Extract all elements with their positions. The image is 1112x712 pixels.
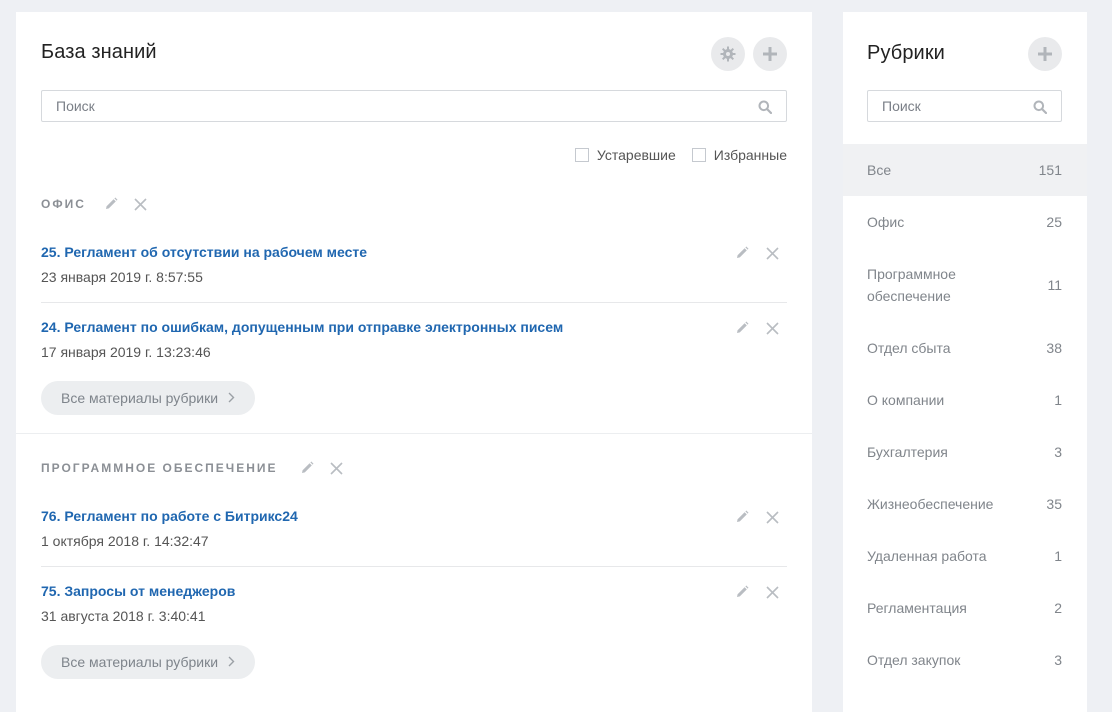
category-label: Отдел закупок xyxy=(867,652,961,668)
knowledge-base-panel: База знаний Поиск Устаревшие Избранные О… xyxy=(16,12,812,712)
outdated-checkbox[interactable] xyxy=(574,148,589,162)
category-item-remote-work[interactable]: Удаленная работа 1 xyxy=(843,530,1087,582)
filter-outdated[interactable]: Устаревшие xyxy=(574,147,676,163)
all-materials-label: Все материалы рубрики xyxy=(61,654,219,670)
category-list: Все 151 Офис 25 Программное обеспечение … xyxy=(843,144,1087,686)
section-divider xyxy=(16,433,812,434)
search-input[interactable] xyxy=(56,91,750,121)
article-actions xyxy=(733,508,781,526)
category-label: Программное обеспечение xyxy=(867,266,956,304)
divider xyxy=(41,302,787,303)
article-date: 31 августа 2018 г. 3:40:41 xyxy=(41,608,206,624)
section-title: ПРОГРАММНОЕ ОБЕСПЕЧЕНИЕ xyxy=(41,461,278,475)
pencil-icon[interactable] xyxy=(733,508,751,526)
divider xyxy=(41,566,787,567)
category-count: 151 xyxy=(1038,162,1062,178)
category-item-all[interactable]: Все 151 xyxy=(843,144,1087,196)
all-materials-button[interactable]: Все материалы рубрики xyxy=(41,381,256,415)
settings-button[interactable] xyxy=(711,37,745,71)
pencil-icon[interactable] xyxy=(733,319,751,337)
gear-icon xyxy=(720,46,736,62)
article-actions xyxy=(733,319,781,337)
article-actions xyxy=(733,583,781,601)
category-search-box xyxy=(867,90,1062,122)
search-icon[interactable] xyxy=(1033,100,1048,119)
close-icon[interactable] xyxy=(763,583,781,601)
all-materials-button[interactable]: Все материалы рубрики xyxy=(41,645,256,679)
search-icon[interactable] xyxy=(758,100,773,119)
pencil-icon[interactable] xyxy=(733,583,751,601)
filters: Устаревшие Избранные xyxy=(559,147,787,163)
category-item-accounting[interactable]: Бухгалтерия 3 xyxy=(843,426,1087,478)
pencil-icon[interactable] xyxy=(102,195,120,213)
favorites-checkbox[interactable] xyxy=(691,148,706,162)
add-category-button[interactable] xyxy=(1028,37,1062,71)
article-date: 17 января 2019 г. 13:23:46 xyxy=(41,344,211,360)
article-item: 24. Регламент по ошибкам, допущенным при… xyxy=(41,319,787,360)
section-header-office: ОФИС xyxy=(41,195,150,213)
category-count: 11 xyxy=(1047,277,1062,293)
category-item-office[interactable]: Офис 25 xyxy=(843,196,1087,248)
article-item: 76. Регламент по работе с Битрикс24 1 ок… xyxy=(41,508,787,549)
section-header-software: ПРОГРАММНОЕ ОБЕСПЕЧЕНИЕ xyxy=(41,459,346,477)
section-title: ОФИС xyxy=(41,197,86,211)
category-item-company[interactable]: О компании 1 xyxy=(843,374,1087,426)
categories-panel: Рубрики Все 151 Офис 25 Программное обес… xyxy=(843,12,1087,712)
plus-icon xyxy=(1038,47,1052,61)
sidebar-title: Рубрики xyxy=(867,42,945,64)
category-label: Бухгалтерия xyxy=(867,444,948,460)
article-date: 1 октября 2018 г. 14:32:47 xyxy=(41,533,209,549)
close-icon[interactable] xyxy=(328,459,346,477)
category-count: 1 xyxy=(1054,548,1062,564)
article-item: 75. Запросы от менеджеров 31 августа 201… xyxy=(41,583,787,624)
page-title: База знаний xyxy=(41,41,157,63)
add-article-button[interactable] xyxy=(753,37,787,71)
category-item-life-support[interactable]: Жизнеобеспечение 35 xyxy=(843,478,1087,530)
category-count: 25 xyxy=(1046,214,1062,230)
article-actions xyxy=(733,244,781,262)
category-label: О компании xyxy=(867,392,945,408)
category-item-software[interactable]: Программное обеспечение 11 xyxy=(843,248,1087,322)
chevron-right-icon xyxy=(228,654,235,670)
article-title-link[interactable]: 76. Регламент по работе с Битрикс24 xyxy=(41,508,298,524)
category-label: Жизнеобеспечение xyxy=(867,496,994,512)
close-icon[interactable] xyxy=(132,195,150,213)
category-label: Регламентация xyxy=(867,600,967,616)
category-count: 3 xyxy=(1054,444,1062,460)
pencil-icon[interactable] xyxy=(298,459,316,477)
category-label: Офис xyxy=(867,214,905,230)
article-title-link[interactable]: 25. Регламент об отсутствии на рабочем м… xyxy=(41,244,367,260)
category-search-input[interactable] xyxy=(882,91,1025,121)
category-count: 35 xyxy=(1046,496,1062,512)
article-title-link[interactable]: 24. Регламент по ошибкам, допущенным при… xyxy=(41,319,563,335)
category-count: 2 xyxy=(1054,600,1062,616)
plus-icon xyxy=(763,47,777,61)
category-label: Отдел сбыта xyxy=(867,340,951,356)
filter-favorites[interactable]: Избранные xyxy=(691,147,787,163)
search-box xyxy=(41,90,787,122)
article-item: 25. Регламент об отсутствии на рабочем м… xyxy=(41,244,787,285)
category-item-purchasing[interactable]: Отдел закупок 3 xyxy=(843,634,1087,686)
chevron-right-icon xyxy=(228,390,235,406)
category-item-sales[interactable]: Отдел сбыта 38 xyxy=(843,322,1087,374)
category-label: Удаленная работа xyxy=(867,548,987,564)
close-icon[interactable] xyxy=(763,319,781,337)
close-icon[interactable] xyxy=(763,508,781,526)
article-date: 23 января 2019 г. 8:57:55 xyxy=(41,269,203,285)
category-count: 38 xyxy=(1046,340,1062,356)
category-label: Все xyxy=(867,162,892,178)
category-item-regulation[interactable]: Регламентация 2 xyxy=(843,582,1087,634)
filter-outdated-label: Устаревшие xyxy=(596,147,676,163)
pencil-icon[interactable] xyxy=(733,244,751,262)
all-materials-label: Все материалы рубрики xyxy=(61,390,219,406)
article-title-link[interactable]: 75. Запросы от менеджеров xyxy=(41,583,235,599)
category-count: 1 xyxy=(1054,392,1062,408)
filter-favorites-label: Избранные xyxy=(713,147,787,163)
category-count: 3 xyxy=(1054,652,1062,668)
close-icon[interactable] xyxy=(763,244,781,262)
